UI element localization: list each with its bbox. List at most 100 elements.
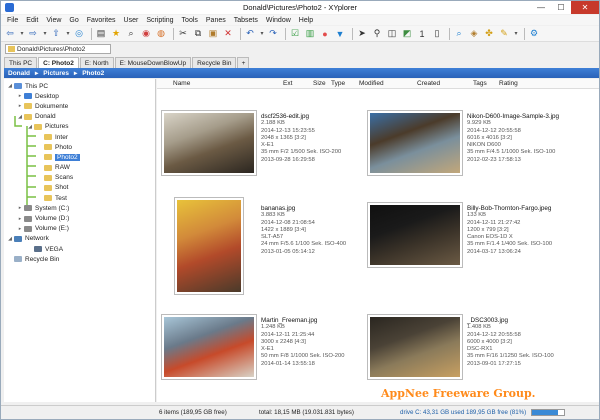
menu-help[interactable]: Help [299, 17, 313, 24]
column-rating[interactable]: Rating [499, 80, 518, 87]
color-filter-icon[interactable]: ● [319, 28, 331, 40]
pane-one-icon[interactable]: 1 [416, 28, 428, 40]
column-tags[interactable]: Tags [473, 80, 487, 87]
forward-icon[interactable]: ⇨ [27, 28, 39, 40]
address-bar[interactable]: Donald\Pictures\Photo2 [5, 44, 111, 54]
delete-icon[interactable]: ✕ [222, 28, 234, 40]
tree-node[interactable]: VEGA [4, 244, 155, 254]
breadcrumb-item[interactable]: Pictures [43, 70, 69, 77]
tree-node[interactable]: ▸ System (C:) [4, 203, 155, 213]
send-icon[interactable]: ➤ [356, 28, 368, 40]
tree-node[interactable]: ◢ Pictures [4, 122, 155, 132]
file-thumbnail-item[interactable]: Billy-Bob-Thornton-Fargo.jpeg 133 KB 2014-… [363, 197, 583, 277]
settings-icon[interactable]: ⚙ [528, 28, 540, 40]
tab-e-north[interactable]: E: North [79, 57, 114, 68]
up-icon[interactable]: ⇧ [50, 28, 62, 40]
preview-icon[interactable]: ▥ [304, 28, 316, 40]
tree-node[interactable]: ◢ Network [4, 234, 155, 244]
menu-tools[interactable]: Tools [182, 17, 198, 24]
expand-toggle-icon[interactable]: ◢ [27, 124, 33, 130]
list-icon[interactable]: ▤ [95, 28, 107, 40]
tree-node[interactable]: Scans [4, 173, 155, 183]
paste-icon[interactable]: ▣ [207, 28, 219, 40]
stop-icon[interactable]: ◉ [140, 28, 152, 40]
expand-toggle-icon[interactable]: ▸ [17, 216, 23, 222]
tree-node[interactable]: ◢ Donald [4, 112, 155, 122]
tab-e-mousedownblowup[interactable]: E: MouseDownBlowUp [114, 57, 192, 68]
tree-node[interactable]: Photo [4, 142, 155, 152]
tree-node[interactable]: ▸ Volume (D:) [4, 213, 155, 223]
menu-edit[interactable]: Edit [26, 17, 38, 24]
undo-icon[interactable]: ↶ [244, 28, 256, 40]
thumbnail-frame[interactable] [161, 314, 257, 380]
media-icon[interactable]: ◍ [155, 28, 167, 40]
back-icon[interactable]: ⇦ [4, 28, 16, 40]
file-thumbnail-item[interactable]: bananas.jpg 3.883 KB 2014-12-08 21:08:54 14… [157, 197, 377, 295]
search-icon[interactable]: ⌕ [453, 28, 465, 40]
expand-toggle-icon[interactable]: ▸ [17, 103, 23, 109]
favorites-icon[interactable]: ★ [110, 28, 122, 40]
menu-tabsets[interactable]: Tabsets [234, 17, 258, 24]
tree-node[interactable]: Photo2 [4, 152, 155, 162]
menu-scripting[interactable]: Scripting [146, 17, 173, 24]
tree-node[interactable]: ◢ This PC [4, 81, 155, 91]
tree-node[interactable]: RAW [4, 163, 155, 173]
forward-dropdown-icon[interactable]: ▾ [42, 28, 48, 40]
expand-toggle-icon[interactable]: ▸ [17, 205, 23, 211]
tree-node[interactable]: ▸ Volume (E:) [4, 224, 155, 234]
column-type[interactable]: Type [331, 80, 345, 87]
tree-node[interactable]: ▸ Desktop [4, 91, 155, 101]
expand-toggle-icon[interactable]: ◢ [17, 114, 23, 120]
tab-c-photo2[interactable]: C: Photo2 [38, 57, 79, 68]
redo-icon[interactable]: ↷ [267, 28, 279, 40]
tools-dropdown-icon[interactable]: ▾ [513, 28, 519, 40]
up-dropdown-icon[interactable]: ▾ [65, 28, 71, 40]
close-button[interactable]: ✕ [571, 1, 599, 14]
menu-view[interactable]: View [46, 17, 61, 24]
menu-panes[interactable]: Panes [206, 17, 226, 24]
pane-compare-icon[interactable]: ▯ [431, 28, 443, 40]
thumbnail-frame[interactable] [174, 197, 244, 295]
rename-icon[interactable]: ✎ [498, 28, 510, 40]
column-modified[interactable]: Modified [359, 80, 384, 87]
undo-dropdown-icon[interactable]: ▾ [259, 28, 265, 40]
pin-icon[interactable]: ⚲ [371, 28, 383, 40]
menu-file[interactable]: File [7, 17, 18, 24]
expand-toggle-icon[interactable]: ▸ [17, 93, 23, 99]
menu-window[interactable]: Window [266, 17, 291, 24]
menu-user[interactable]: User [124, 17, 139, 24]
new-tab-button[interactable]: + [237, 57, 250, 68]
tree-node[interactable]: Recycle Bin [4, 254, 155, 264]
tab-this-pc[interactable]: This PC [4, 57, 38, 68]
menu-favorites[interactable]: Favorites [87, 17, 116, 24]
expand-toggle-icon[interactable]: ◢ [7, 236, 13, 242]
thumbnail-frame[interactable] [367, 110, 463, 176]
tag-icon[interactable]: ◈ [468, 28, 480, 40]
tree-node[interactable]: Shot [4, 183, 155, 193]
copy-icon[interactable]: ⧉ [192, 28, 204, 40]
file-thumbnail-item[interactable]: Nikon-D600-Image-Sample-3.jpg 9.929 KB 201… [363, 105, 583, 185]
file-thumbnail-item[interactable]: dscf2536-edit.jpg 2.188 KB 2014-12-13 15:2… [157, 105, 377, 185]
back-dropdown-icon[interactable]: ▾ [19, 28, 25, 40]
sync-icon[interactable]: ◩ [401, 28, 413, 40]
thumbnail-frame[interactable] [367, 202, 463, 268]
minimize-button[interactable]: — [531, 1, 551, 14]
checklist-icon[interactable]: ☑ [289, 28, 301, 40]
tree-node[interactable]: Test [4, 193, 155, 203]
hotlist-icon[interactable]: ◎ [73, 28, 85, 40]
thumbnail-frame[interactable] [161, 110, 257, 176]
cut-icon[interactable]: ✂ [177, 28, 189, 40]
file-thumbnail-item[interactable]: _DSC3003.jpg 1.408 KB 2014-12-12 20:55:58 6… [363, 309, 583, 389]
thumbnail-frame[interactable] [367, 314, 463, 380]
breadcrumb-item[interactable]: Donald [8, 70, 30, 77]
column-created[interactable]: Created [417, 80, 440, 87]
find-files-icon[interactable]: ⌕ [125, 28, 137, 40]
dual-pane-icon[interactable]: ◫ [386, 28, 398, 40]
tab-recycle-bin[interactable]: Recycle Bin [192, 57, 237, 68]
tree-node[interactable]: ▸ Dokumente [4, 101, 155, 111]
expand-toggle-icon[interactable]: ◢ [7, 83, 13, 89]
filter-icon[interactable]: ▼ [334, 28, 346, 40]
breadcrumb-item[interactable]: Photo2 [82, 70, 104, 77]
menu-go[interactable]: Go [69, 17, 78, 24]
tree-node[interactable]: Inter [4, 132, 155, 142]
